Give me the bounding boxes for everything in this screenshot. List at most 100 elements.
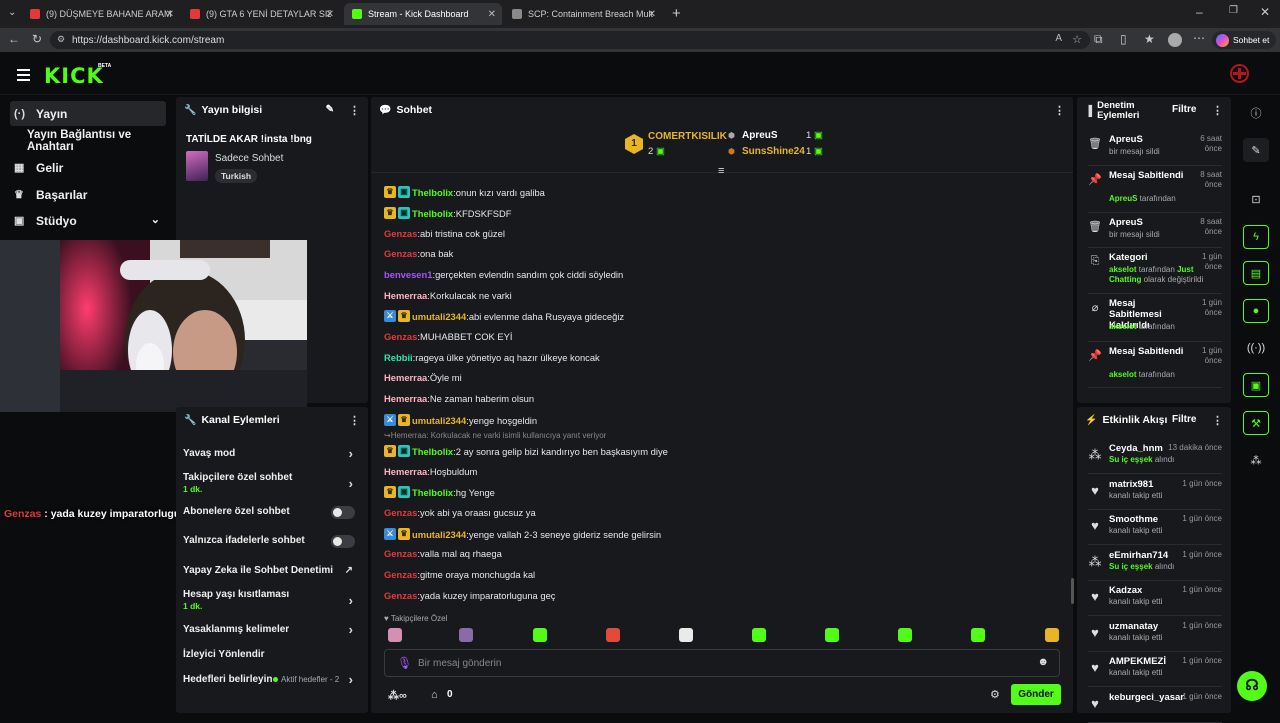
chat-message[interactable]: Genzas: gitme oraya monchugda kal xyxy=(384,569,535,580)
chat-message[interactable]: benvesen1: gerçekten evlendin sandım çok… xyxy=(384,269,623,280)
mod-action-item[interactable]: 📌 Mesaj Sabitlendi 1 gün önce akselot taraf… xyxy=(1088,346,1222,388)
close-tab-icon[interactable]: ✕ xyxy=(648,9,656,20)
chat-username[interactable]: benvesen1 xyxy=(384,269,432,280)
toggle-switch[interactable] xyxy=(331,535,355,548)
profile-avatar[interactable] xyxy=(1168,33,1182,47)
activity-user[interactable]: eEmirhan714 xyxy=(1109,550,1189,561)
activity-item[interactable]: ⁂ Ceyda_hnm 13 dakika önce Su iç eşşek alın… xyxy=(1088,443,1222,474)
tab-list-icon[interactable]: ⌄ xyxy=(8,7,16,18)
broadcast-icon[interactable]: ((·)) xyxy=(1243,336,1269,360)
mod-action-item[interactable]: 📌 Mesaj Sabitlendi 8 saat önce ApreuS taraf… xyxy=(1088,170,1222,213)
channel-action-item[interactable]: Yasaklanmış kelimeler › xyxy=(183,622,361,637)
nav-item-stream-key[interactable]: Yayın Bağlantısı ve Anahtarı xyxy=(10,128,166,153)
reload-icon[interactable]: ↻ xyxy=(32,32,42,46)
chat-message[interactable]: Hemerraa: Öyle mi xyxy=(384,372,462,383)
chat-message[interactable]: ♛ ▣ Thelbolix: hg Yenge xyxy=(384,486,495,498)
chat-username[interactable]: Genzas xyxy=(384,248,417,259)
chat-message[interactable]: Hemerraa: Korkulacak ne varki xyxy=(384,290,512,301)
emote-icon[interactable] xyxy=(825,628,839,642)
emote-icon[interactable] xyxy=(388,628,402,642)
more-options-icon[interactable]: ⋮ xyxy=(1054,104,1065,117)
chat-message[interactable]: Hemerraa: Ne zaman haberim olsun xyxy=(384,393,534,404)
emote-icon[interactable] xyxy=(679,628,693,642)
chat-input[interactable]: 🎙 Bir mesaj gönderin ☻ xyxy=(384,649,1060,677)
browser-tab[interactable]: Stream - Kick Dashboard ✕ xyxy=(344,3,502,25)
chat-message[interactable]: ♛ ▣ Thelbolix: KFDSKFSDF xyxy=(384,207,512,219)
document-icon[interactable]: ▤ xyxy=(1243,261,1269,285)
emote-icon[interactable] xyxy=(752,628,766,642)
close-tab-icon[interactable]: ✕ xyxy=(166,9,174,20)
toggle-switch[interactable] xyxy=(331,506,355,519)
close-tab-icon[interactable]: ✕ xyxy=(326,9,334,20)
activity-item[interactable]: ♥ AMPEKMEZİ 1 gün önce kanalı takip etti xyxy=(1088,656,1222,687)
leaderboard-name[interactable]: COMERTKISILIK xyxy=(648,131,727,142)
user-avatar[interactable] xyxy=(1230,64,1249,83)
layout-icon[interactable]: ▣ xyxy=(1243,373,1269,397)
more-options-icon[interactable]: ⋮ xyxy=(1212,104,1223,117)
copilot-chat-button[interactable]: Sohbet et xyxy=(1212,31,1276,49)
mod-action-highlight[interactable]: akselot xyxy=(1109,265,1137,274)
leaderboard-name[interactable]: SunsShine24 xyxy=(742,146,805,157)
hamburger-menu-icon[interactable] xyxy=(17,69,30,81)
chat-message[interactable]: Rebbii: rageya ülke yönetiyo aq hazır ül… xyxy=(384,352,600,363)
chat-username[interactable]: Genzas xyxy=(384,569,417,580)
nav-item-basarilar[interactable]: ♛ Başarılar xyxy=(10,182,166,207)
minimize-icon[interactable]: – xyxy=(1196,5,1203,19)
more-options-icon[interactable]: ⋮ xyxy=(349,104,360,117)
chat-message[interactable]: ⚔ ♛ umutali2344: yenge hoşgeldin xyxy=(384,414,537,426)
nav-item-studyo[interactable]: ▣ Stüdyo ⌄ xyxy=(10,208,166,233)
chat-username[interactable]: Thelbolix xyxy=(412,446,453,457)
mod-action-highlight[interactable]: akselot xyxy=(1109,322,1137,331)
browser-tab[interactable]: (9) GTA 6 YENİ DETAYLAR SIZDI! Y✕ xyxy=(182,3,340,25)
channel-action-item[interactable]: Abonelere özel sohbet xyxy=(183,506,361,519)
leaderboard-name[interactable]: ApreuS xyxy=(742,130,778,141)
activity-item[interactable]: ♥ matrix981 1 gün önce kanalı takip etti xyxy=(1088,479,1222,510)
activity-user[interactable]: matrix981 xyxy=(1109,479,1189,490)
chat-message[interactable]: ⚔ ♛ umutali2344: yenge vallah 2-3 seneye g… xyxy=(384,528,661,540)
points-icon[interactable]: ⁂ xyxy=(1243,448,1269,472)
chat-icon[interactable]: ● xyxy=(1243,299,1269,323)
chat-message[interactable]: Genzas: ona bak xyxy=(384,248,453,259)
chat-message[interactable]: ♛ ▣ Thelbolix: 2 ay sonra gelip bizi kandı… xyxy=(384,445,668,457)
more-options-icon[interactable]: ⋮ xyxy=(1212,414,1223,427)
chat-username[interactable]: Thelbolix xyxy=(412,487,453,498)
mod-action-highlight[interactable]: ApreuS xyxy=(1109,194,1137,203)
send-button[interactable]: Gönder xyxy=(1011,684,1061,705)
store-icon[interactable]: ⌂ xyxy=(431,689,438,701)
chat-message[interactable]: ⚔ ♛ umutali2344: abi evlenme daha Rusyaya … xyxy=(384,310,624,322)
activity-item[interactable]: ♥ uzmanatay 1 gün önce kanalı takip etti xyxy=(1088,621,1222,652)
nav-item-yayin[interactable]: (·) Yayın xyxy=(10,101,166,126)
chat-username[interactable]: Thelbolix xyxy=(412,208,453,219)
info-icon[interactable]: ⓘ xyxy=(1243,101,1269,125)
mod-action-item[interactable]: 🗑 ApreuS 6 saat önce bir mesajı sildi xyxy=(1088,134,1222,166)
chat-settings-icon[interactable]: ⚙ xyxy=(990,688,1000,701)
mod-action-item[interactable]: ⌀ Mesaj Sabitlemesi Kaldırıldı 1 gün önce a… xyxy=(1088,298,1222,342)
emote-icon[interactable] xyxy=(971,628,985,642)
emote-icon[interactable] xyxy=(533,628,547,642)
emote-icon[interactable] xyxy=(898,628,912,642)
more-options-icon[interactable]: ⋮ xyxy=(349,414,360,427)
channel-action-item[interactable]: Takipçilere özel sohbet 1 dk. › xyxy=(183,472,361,494)
activity-item[interactable]: ♥ Smoothme 1 gün önce kanalı takip etti xyxy=(1088,514,1222,545)
activity-item[interactable]: ⁂ eEmirhan714 1 gün önce Su iç eşşek alındı xyxy=(1088,550,1222,581)
chat-message[interactable]: Genzas: valla mal aq rhaega xyxy=(384,548,502,559)
chat-username[interactable]: Genzas xyxy=(384,590,417,601)
kick-logo[interactable]: KICK xyxy=(44,64,104,88)
extensions-icon[interactable]: ⧉ xyxy=(1094,32,1103,47)
activity-user[interactable]: AMPEKMEZİ xyxy=(1109,656,1189,667)
close-window-icon[interactable]: ✕ xyxy=(1260,5,1270,19)
channel-action-item[interactable]: Yavaş mod › xyxy=(183,446,361,461)
chat-username[interactable]: Genzas xyxy=(384,548,417,559)
browser-tab[interactable]: SCP: Containment Breach Multipla✕ xyxy=(504,3,662,25)
mod-action-highlight[interactable]: akselot xyxy=(1109,370,1137,379)
activity-item[interactable]: ♥ keburgeci_yasar 1 gün önce xyxy=(1088,692,1222,723)
chat-username[interactable]: umutali2344 xyxy=(412,529,466,540)
split-screen-icon[interactable]: ▯ xyxy=(1120,32,1127,46)
more-menu-icon[interactable]: ⋯ xyxy=(1193,31,1205,45)
chat-message[interactable]: Genzas: MUHABBET COK EYİ xyxy=(384,331,513,342)
restore-icon[interactable]: ❐ xyxy=(1229,5,1238,16)
emote-icon[interactable] xyxy=(606,628,620,642)
nav-item-gelir[interactable]: ▦ Gelir xyxy=(10,155,166,180)
chat-username[interactable]: Hemerraa xyxy=(384,466,427,477)
filter-button[interactable]: Filtre xyxy=(1172,104,1196,115)
